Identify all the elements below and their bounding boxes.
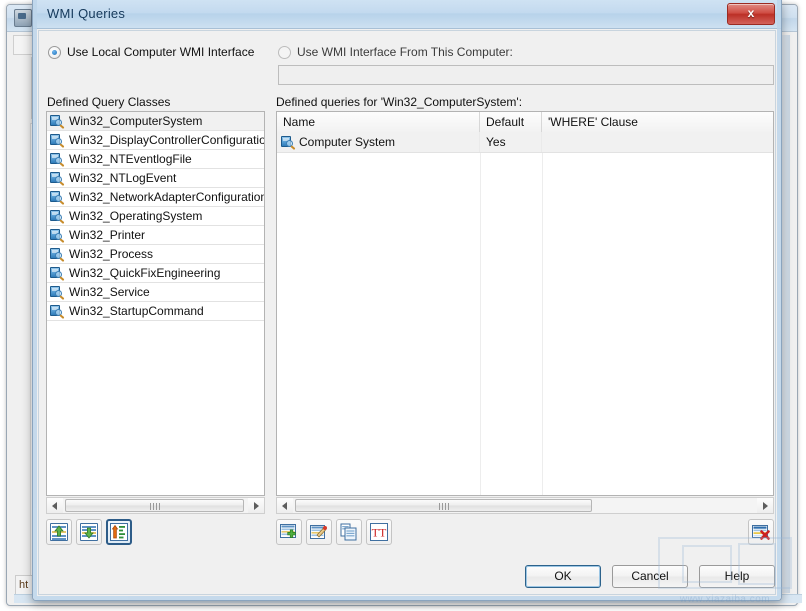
copy-documents-icon [340, 523, 358, 541]
column-header-name[interactable]: Name [277, 112, 480, 132]
list-item[interactable]: Win32_QuickFixEngineering [47, 264, 264, 283]
wmi-queries-dialog: WMI Queries x Use Local Computer WMI Int… [32, 0, 782, 601]
table-header-row: Name Default 'WHERE' Clause [277, 112, 773, 133]
left-panel-label: Defined Query Classes [47, 95, 171, 109]
list-item-label: Win32_NetworkAdapterConfiguration [69, 190, 264, 204]
add-icon [280, 523, 298, 541]
list-item[interactable]: Win32_NetworkAdapterConfiguration [47, 188, 264, 207]
query-class-icon [50, 304, 65, 319]
scroll-right-arrow-icon[interactable] [248, 498, 264, 513]
list-item-label: Win32_NTEventlogFile [69, 152, 192, 166]
edit-query-button[interactable] [306, 519, 332, 545]
cell-default: Yes [480, 132, 542, 152]
query-class-icon [50, 171, 65, 186]
close-icon: x [747, 6, 755, 20]
dialog-title: WMI Queries [47, 6, 126, 21]
query-class-icon [50, 247, 65, 262]
query-class-icon [50, 114, 65, 129]
svg-text:TT: TT [372, 526, 387, 540]
cancel-button[interactable]: Cancel [612, 565, 688, 588]
scroll-left-arrow-icon[interactable] [47, 498, 63, 513]
scroll-thumb[interactable] [295, 499, 592, 512]
list-item-label: Win32_StartupCommand [69, 304, 204, 318]
copy-query-button[interactable] [336, 519, 362, 545]
cell-name: Computer System [277, 132, 480, 152]
radio-remote-indicator[interactable] [278, 46, 291, 59]
list-item[interactable]: Win32_NTLogEvent [47, 169, 264, 188]
query-class-icon [50, 285, 65, 300]
scroll-left-arrow-icon[interactable] [277, 498, 293, 513]
export-icon [80, 523, 98, 541]
query-classes-hscrollbar[interactable] [46, 497, 265, 514]
rename-query-button[interactable]: TT [366, 519, 392, 545]
query-class-icon [50, 228, 65, 243]
list-item[interactable]: Win32_Process [47, 245, 264, 264]
properties-icon [110, 523, 128, 541]
export-query-classes-button[interactable] [76, 519, 102, 545]
text-tt-icon: TT [370, 523, 388, 541]
query-class-properties-button[interactable] [106, 519, 132, 545]
query-class-icon [50, 190, 65, 205]
radio-remote-label: Use WMI Interface From This Computer: [297, 45, 513, 59]
list-item-label: Win32_Process [69, 247, 154, 261]
query-classes-list[interactable]: Win32_ComputerSystem Win32_DisplayControl… [46, 111, 265, 496]
column-divider [542, 132, 543, 495]
column-divider [480, 132, 481, 495]
edit-pencil-icon [310, 523, 328, 541]
list-item-label: Win32_QuickFixEngineering [69, 266, 221, 280]
query-class-icon [50, 152, 65, 167]
help-button[interactable]: Help [699, 565, 775, 588]
import-query-classes-button[interactable] [46, 519, 72, 545]
query-class-icon [50, 209, 65, 224]
column-header-default[interactable]: Default [480, 112, 542, 132]
list-item-label: Win32_Service [69, 285, 150, 299]
table-row[interactable]: Computer System Yes [277, 132, 773, 153]
list-item-label: Win32_Printer [69, 228, 146, 242]
app-icon [14, 9, 32, 27]
query-class-icon [50, 266, 65, 281]
list-item-label: Win32_ComputerSystem [69, 114, 203, 128]
list-item[interactable]: Win32_Service [47, 283, 264, 302]
add-query-button[interactable] [276, 519, 302, 545]
scroll-right-arrow-icon[interactable] [757, 498, 773, 513]
list-item[interactable]: Win32_Printer [47, 226, 264, 245]
close-button[interactable]: x [727, 3, 775, 25]
cell-where [542, 132, 773, 152]
right-panel-label: Defined queries for 'Win32_ComputerSyste… [276, 95, 523, 109]
dialog-body: Use Local Computer WMI Interface Use WMI… [38, 30, 776, 595]
defined-queries-table[interactable]: Name Default 'WHERE' Clause Computer Sys… [276, 111, 774, 496]
delete-icon [752, 523, 770, 541]
list-item-label: Win32_OperatingSystem [69, 209, 203, 223]
column-header-where[interactable]: 'WHERE' Clause [542, 112, 773, 132]
list-item[interactable]: Win32_NTEventlogFile [47, 150, 264, 169]
query-class-icon [50, 133, 65, 148]
scroll-thumb[interactable] [65, 499, 244, 512]
dialog-titlebar[interactable]: WMI Queries x [33, 0, 781, 29]
remote-host-input[interactable] [278, 65, 774, 85]
list-item[interactable]: Win32_DisplayControllerConfiguration [47, 131, 264, 150]
list-item-label: Win32_NTLogEvent [69, 171, 177, 185]
import-icon [50, 523, 68, 541]
defined-queries-hscrollbar[interactable] [276, 497, 774, 514]
screen: ht WMI Queries x Use Local Computer WMI … [0, 0, 806, 611]
ok-button[interactable]: OK [525, 565, 601, 588]
delete-query-button[interactable] [748, 519, 774, 545]
list-item[interactable]: Win32_ComputerSystem [47, 112, 264, 131]
radio-local-label: Use Local Computer WMI Interface [67, 45, 255, 59]
radio-local-indicator[interactable] [48, 46, 61, 59]
list-item[interactable]: Win32_OperatingSystem [47, 207, 264, 226]
list-item-label: Win32_DisplayControllerConfiguration [69, 133, 264, 147]
list-item[interactable]: Win32_StartupCommand [47, 302, 264, 321]
